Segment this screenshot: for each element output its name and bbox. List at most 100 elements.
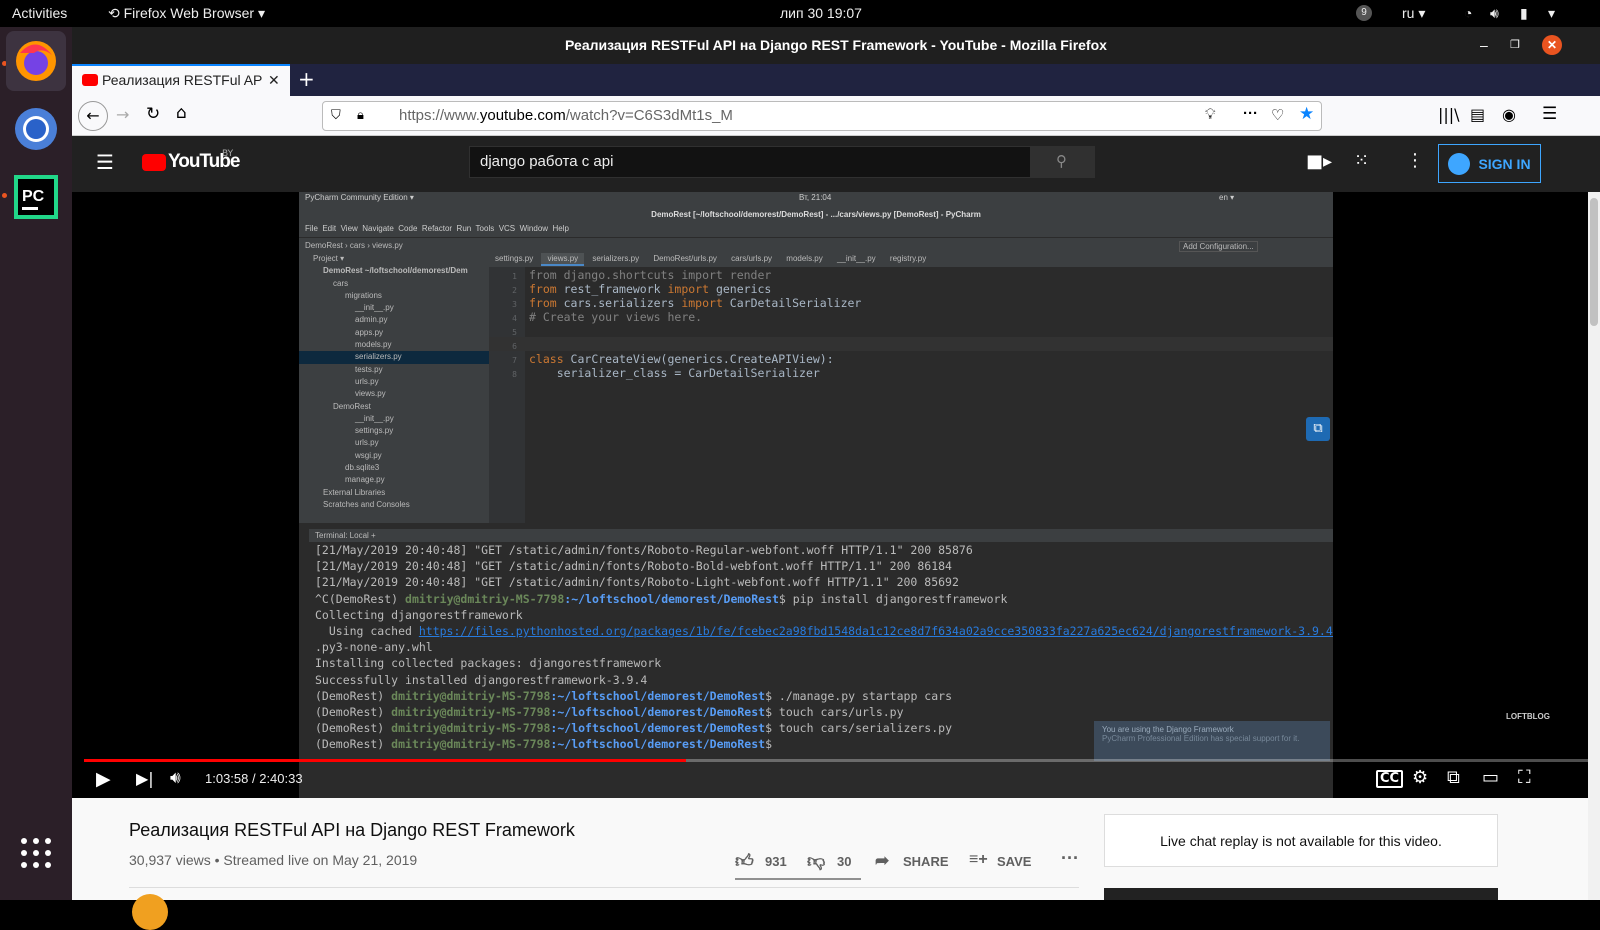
- volume-icon[interactable]: 🔊︎: [170, 768, 181, 788]
- app-grid-icon: [21, 838, 51, 868]
- next-icon[interactable]: ▶|: [136, 769, 154, 788]
- save-playlist-icon[interactable]: ≡+: [969, 851, 988, 869]
- home-icon[interactable]: ⌂: [176, 103, 187, 123]
- close-window-icon[interactable]: ✕: [1542, 35, 1562, 55]
- page-scrollbar[interactable]: [1588, 192, 1600, 900]
- save-label[interactable]: SAVE: [997, 854, 1031, 869]
- channel-watermark: LOFTBLOG: [1506, 712, 1550, 721]
- power-menu-icon[interactable]: ▾: [1548, 5, 1555, 22]
- player-controls: ▶ ▶| 🔊︎ 1:03:58 / 2:40:33 CC ⚙ ⧉ ▭ ⛶: [72, 732, 1600, 798]
- library-icon[interactable]: |||\: [1438, 105, 1460, 124]
- new-tab-icon[interactable]: +: [298, 67, 315, 91]
- volume-icon[interactable]: 🔊︎: [1490, 5, 1499, 22]
- pycharm-launcher[interactable]: PC: [6, 167, 66, 227]
- theater-mode-icon[interactable]: ▭: [1482, 767, 1499, 788]
- code-line: class CarCreateView(generics.CreateAPIVi…: [529, 352, 834, 366]
- sentiment-bar: [735, 878, 861, 880]
- menu-item: View: [340, 224, 358, 233]
- project-tree: Project ▾ DemoRest ~/loftschool/demorest…: [299, 253, 489, 523]
- tree-item-selected: serializers.py: [299, 351, 489, 364]
- terminal-line: (DemoRest) dmitriy@dmitriy-MS-7798:~/lof…: [309, 688, 1333, 704]
- video-frame: PyCharm Community Edition ▾ Вт, 21:04 en…: [299, 192, 1333, 798]
- more-actions-icon[interactable]: ···: [1061, 848, 1079, 869]
- share-label[interactable]: SHARE: [903, 854, 949, 869]
- progress-bar[interactable]: [84, 759, 1588, 762]
- line-number: 8: [512, 370, 517, 379]
- scrollbar-thumb[interactable]: [1590, 198, 1598, 326]
- terminal-line: .py3-none-any.whl: [315, 640, 433, 655]
- url-text: https://www.youtube.com/watch?v=C6S3dMt1…: [399, 107, 733, 124]
- guide-menu-icon[interactable]: ☰: [96, 150, 114, 174]
- miniplayer-icon[interactable]: ⧉: [1447, 767, 1460, 788]
- url-domain: youtube.com: [479, 107, 566, 124]
- line-number: 6: [512, 342, 517, 351]
- play-icon[interactable]: ▶: [96, 768, 111, 790]
- language-indicator[interactable]: ru ▾: [1402, 5, 1425, 22]
- fullscreen-icon[interactable]: ⛶: [1518, 767, 1531, 788]
- menu-item: Refactor: [421, 224, 453, 233]
- sidebar-icon[interactable]: ▤: [1470, 105, 1485, 124]
- chromium-launcher[interactable]: [6, 99, 66, 159]
- youtube-logo-icon[interactable]: [142, 154, 166, 171]
- minimize-icon[interactable]: –: [1480, 27, 1488, 64]
- search-button[interactable]: ⚲: [1031, 146, 1095, 178]
- video-player[interactable]: PyCharm Community Edition ▾ Вт, 21:04 en…: [72, 192, 1600, 798]
- channel-avatar[interactable]: [132, 894, 168, 930]
- like-count[interactable]: 931: [765, 854, 787, 869]
- forward-icon[interactable]: →: [116, 105, 129, 124]
- related-thumbnail[interactable]: [1104, 888, 1498, 900]
- dislike-count[interactable]: 30: [837, 854, 851, 869]
- dislike-icon[interactable]: 👎︎: [807, 850, 825, 872]
- notification-badge[interactable]: 9: [1356, 5, 1372, 21]
- tab-close-icon[interactable]: ✕: [268, 72, 280, 89]
- live-chat-notice: Live chat replay is not available for th…: [1104, 814, 1498, 867]
- settings-dots-icon[interactable]: ⋮: [1406, 150, 1424, 171]
- create-video-icon[interactable]: ■▸: [1306, 151, 1332, 172]
- reload-icon[interactable]: ↻: [146, 104, 160, 124]
- pocket-icon[interactable]: ♡: [1271, 106, 1284, 124]
- lock-icon[interactable]: 🔒︎: [357, 107, 364, 123]
- editor-tab: models.py: [786, 254, 823, 263]
- terminal-line: Using cached https://files.pythonhosted.…: [309, 623, 1333, 639]
- search-input[interactable]: django работа с api: [469, 146, 1031, 178]
- pycharm-breadcrumb: DemoRest › cars › views.py Add Configura…: [299, 237, 1333, 253]
- app-menu[interactable]: ⟲ Firefox Web Browser ▾: [108, 5, 265, 22]
- pycharm-title: DemoRest [~/loftschool/demorest/DemoRest…: [299, 205, 1333, 224]
- search-icon: ⚲: [1056, 152, 1067, 170]
- captions-icon[interactable]: CC: [1376, 770, 1404, 788]
- wifi-icon[interactable]: ◔: [1464, 5, 1472, 21]
- sign-in-button[interactable]: SIGN IN: [1438, 144, 1541, 183]
- back-icon[interactable]: ←: [78, 101, 108, 131]
- apps-grid-icon[interactable]: ⁙: [1354, 150, 1369, 171]
- activities-button[interactable]: Activities: [12, 5, 67, 21]
- tree-item: tests.py: [355, 364, 383, 374]
- code-line: serializer_class = CarDetailSerializer: [529, 366, 820, 380]
- command: $ touch cars/urls.py: [765, 704, 904, 719]
- terminal-line: [21/May/2019 20:40:48] "GET /static/admi…: [315, 575, 959, 590]
- settings-gear-icon[interactable]: ⚙: [1412, 767, 1428, 788]
- share-icon[interactable]: ➦: [875, 851, 889, 871]
- code-editor: from django.shortcuts import render from…: [489, 267, 1333, 523]
- menu-item: Tools: [475, 224, 495, 233]
- show-applications-button[interactable]: [6, 823, 66, 883]
- editor-tab: registry.py: [889, 254, 927, 263]
- cached-label: Using cached: [315, 623, 419, 638]
- lightbulb-icon[interactable]: 💡︎: [1205, 106, 1216, 123]
- bookmark-star-icon[interactable]: ★: [1299, 104, 1314, 124]
- clock[interactable]: лип 30 19:07: [780, 5, 862, 21]
- battery-icon[interactable]: ▮: [1520, 5, 1528, 22]
- like-icon[interactable]: 👍︎: [735, 850, 754, 872]
- chat-message: Live chat replay is not available for th…: [1160, 832, 1442, 849]
- tree-item: models.py: [355, 340, 392, 350]
- url-bar[interactable]: ⛉ 🔒︎ https://www.youtube.com/watch?v=C6S…: [322, 101, 1322, 131]
- account-icon[interactable]: ◉: [1502, 105, 1516, 124]
- page-actions-icon[interactable]: ···: [1243, 105, 1258, 122]
- menu-icon[interactable]: ☰: [1542, 104, 1557, 124]
- maximize-icon[interactable]: ❐: [1510, 27, 1520, 64]
- tracking-shield-icon[interactable]: ⛉: [331, 107, 341, 123]
- code-line: # Create your views here.: [529, 310, 703, 324]
- tab-youtube[interactable]: Реализация RESTFul API ✕: [72, 64, 290, 96]
- code-line: from django.shortcuts import render: [529, 268, 772, 282]
- cached-link: https://files.pythonhosted.org/packages/…: [418, 623, 1333, 638]
- firefox-launcher[interactable]: [6, 31, 66, 91]
